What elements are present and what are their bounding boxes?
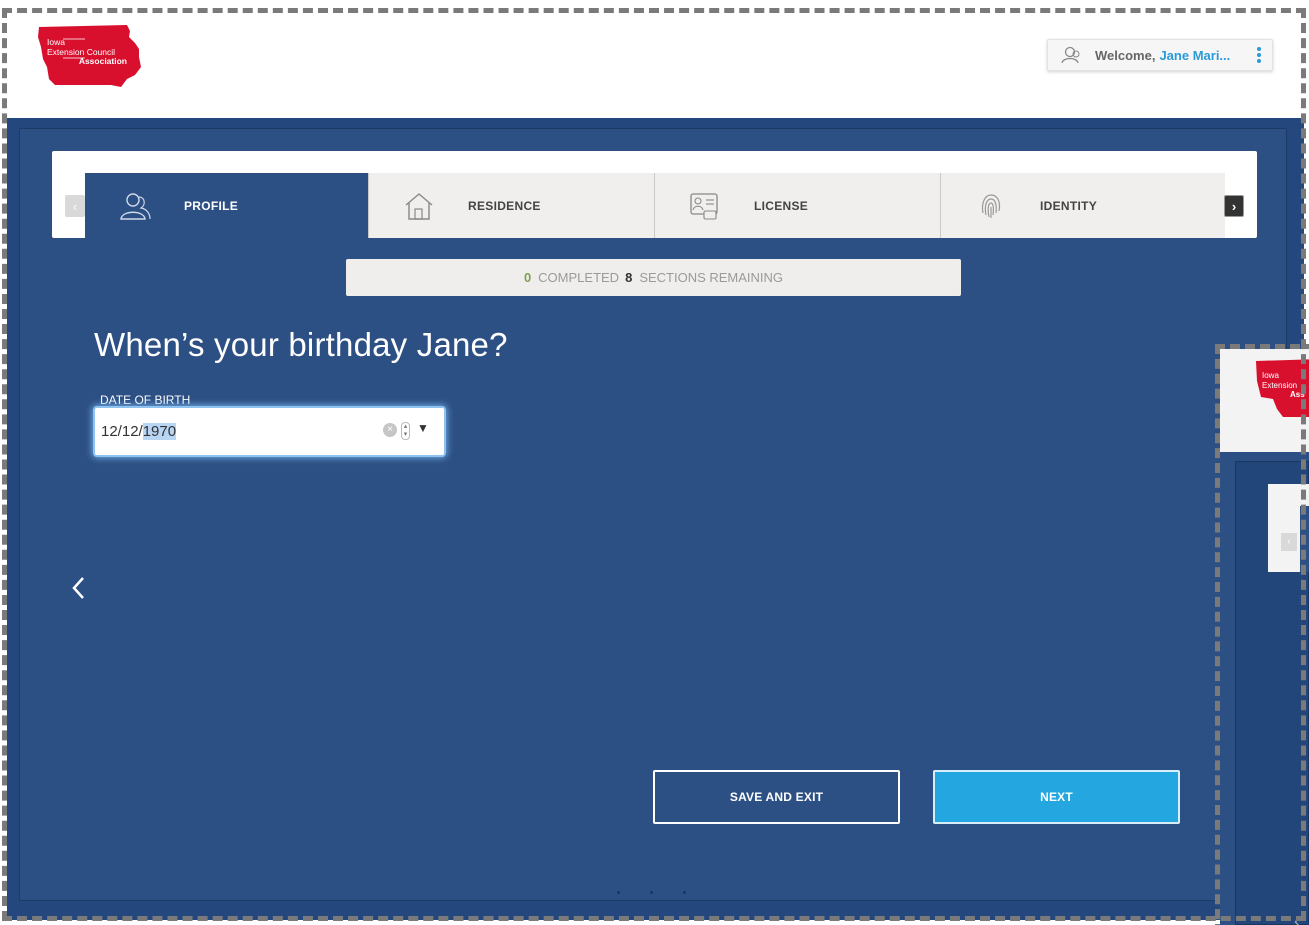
tabs-scroll-left-button[interactable]: ‹	[65, 195, 85, 217]
tab-residence[interactable]: RESIDENCE	[369, 173, 655, 238]
kebab-menu-icon[interactable]	[1257, 47, 1261, 63]
user-menu[interactable]: Welcome, Jane Mari...	[1047, 39, 1273, 71]
preview-logo-line-2: Extension	[1262, 380, 1298, 390]
dob-value-selected: 1970	[142, 423, 177, 440]
welcome-label: Welcome,	[1095, 47, 1156, 63]
remaining-count: 8	[625, 270, 633, 285]
step-tabs-card: ‹ PROFILE RESIDENCE LICENSE IDENTITY ›	[52, 151, 1257, 238]
user-icon	[1061, 46, 1080, 64]
fingerprint-icon	[981, 194, 1001, 218]
spinner-icon[interactable]: ▴ ▾	[401, 422, 410, 440]
profile-icon	[120, 193, 151, 220]
question-heading: When’s your birthday Jane?	[94, 326, 508, 363]
tabs-scroll-right-button[interactable]: ›	[1224, 195, 1244, 217]
dropdown-arrow-icon[interactable]: ▼	[417, 421, 429, 435]
license-card-icon	[690, 193, 718, 220]
preview-header: Iowa Extension Ass	[1220, 349, 1309, 452]
tab-label: LICENSE	[754, 198, 809, 213]
dob-value-prefix: 12/12/	[101, 423, 143, 440]
tab-label: RESIDENCE	[468, 198, 541, 213]
house-icon	[405, 193, 433, 220]
dob-input[interactable]: 12/12/1970 × ▴ ▾ ▼	[95, 408, 444, 455]
preview-logo-line-3: Ass	[1290, 390, 1305, 399]
preview-tabs-card: ‹	[1268, 484, 1309, 572]
iowa-extension-logo[interactable]: Iowa Extension Council Association	[35, 23, 145, 93]
tab-label: PROFILE	[184, 198, 239, 213]
user-name: Jane Mari...	[1159, 47, 1231, 63]
completed-label: COMPLETED	[538, 270, 620, 285]
progress-bar: 0 COMPLETED 8 SECTIONS REMAINING	[346, 259, 961, 296]
preview-logo: Iowa Extension Ass	[1253, 357, 1309, 423]
remaining-label: SECTIONS REMAINING	[639, 270, 784, 285]
preview-active-tab	[1300, 506, 1309, 572]
previous-arrow-icon[interactable]	[69, 573, 89, 603]
tab-label: IDENTITY	[1040, 198, 1098, 213]
dob-label: DATE OF BIRTH	[100, 393, 191, 407]
pagination-dots	[617, 891, 686, 894]
app-header: Iowa Extension Council Association Welco…	[7, 13, 1304, 118]
save-and-exit-button[interactable]: SAVE AND EXIT	[653, 770, 900, 824]
step-tabs: PROFILE RESIDENCE LICENSE IDENTITY	[85, 173, 1225, 238]
preview-left-arrow-icon: ‹	[1281, 533, 1297, 551]
tab-license[interactable]: LICENSE	[655, 173, 941, 238]
preview-chevron-icon: ‹	[1294, 911, 1300, 925]
clear-icon[interactable]: ×	[383, 423, 397, 437]
tab-identity[interactable]: IDENTITY	[941, 173, 1225, 238]
preview-thumbnail: Iowa Extension Ass ‹ ‹	[1220, 349, 1309, 925]
next-button[interactable]: NEXT	[933, 770, 1180, 824]
tab-profile[interactable]: PROFILE	[85, 173, 369, 238]
main-area: ‹ PROFILE RESIDENCE LICENSE IDENTITY › 0…	[7, 118, 1304, 920]
completed-count: 0	[523, 270, 532, 285]
logo-line-3: Association	[78, 56, 127, 66]
preview-logo-line-1: Iowa	[1262, 371, 1279, 380]
